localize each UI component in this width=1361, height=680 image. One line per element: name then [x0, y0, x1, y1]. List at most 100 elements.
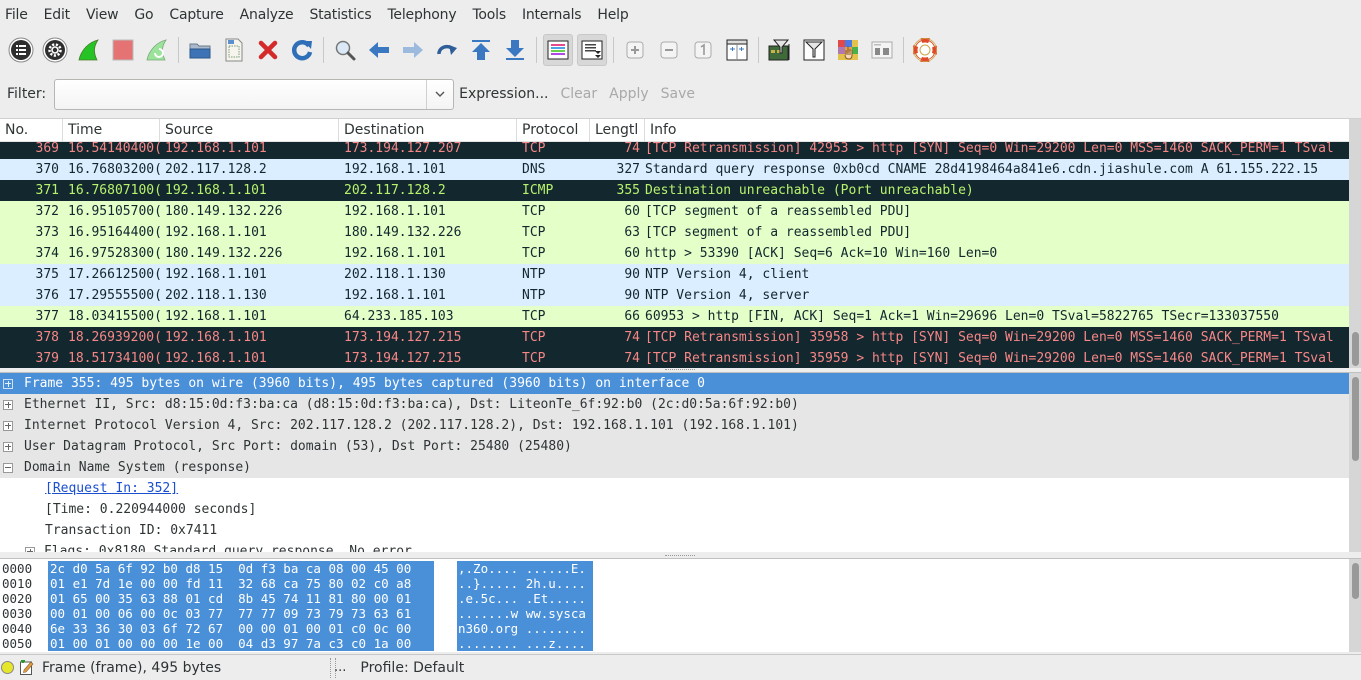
- status-profile[interactable]: Profile: Default: [360, 660, 464, 676]
- hex-bytes[interactable]: 01 00 01 00 00 00 1e 00 04 d3 97 7a c3 c…: [48, 636, 434, 651]
- colorize-button[interactable]: [543, 34, 573, 66]
- menu-edit[interactable]: Edit: [39, 0, 78, 30]
- hex-bytes[interactable]: 6e 33 36 30 03 6f 72 67 00 00 01 00 01 c…: [48, 621, 434, 636]
- hex-bytes[interactable]: 01 e1 7d 1e 00 00 fd 11 32 68 ca 75 80 0…: [48, 576, 434, 591]
- filter-dropdown-button[interactable]: [426, 79, 453, 109]
- ascii-bytes[interactable]: .e.5c... .Et.....: [457, 591, 593, 606]
- detail-tree-child-row[interactable]: Transaction ID: 0x7411: [0, 520, 1349, 541]
- resize-columns-button[interactable]: [722, 34, 752, 66]
- menu-capture[interactable]: Capture: [164, 0, 231, 30]
- ascii-bytes[interactable]: n360.org ........: [457, 621, 593, 636]
- menu-view[interactable]: View: [81, 0, 126, 30]
- menu-tools[interactable]: Tools: [467, 0, 514, 30]
- scrollbar-thumb[interactable]: [1352, 563, 1359, 599]
- help-button[interactable]: [910, 34, 940, 66]
- zoom-in-button[interactable]: [620, 34, 650, 66]
- packet-destination: 192.168.1.101: [344, 204, 446, 219]
- packet-list-scrollbar[interactable]: [1349, 119, 1361, 368]
- expert-info-indicator-icon[interactable]: [1, 661, 14, 674]
- find-packet-button[interactable]: [330, 34, 360, 66]
- packet-row[interactable]: 378 18.26939200(192.168.1.101 173.194.127.…: [0, 327, 1349, 348]
- go-back-button[interactable]: [364, 34, 394, 66]
- open-file-button[interactable]: [185, 34, 215, 66]
- packet-row[interactable]: 371 16.76807100(192.168.1.101 202.117.128.…: [0, 180, 1349, 201]
- detail-tree-row[interactable]: Internet Protocol Version 4, Src: 202.11…: [0, 415, 1349, 436]
- menu-help[interactable]: Help: [592, 0, 636, 30]
- preferences-button[interactable]: [867, 34, 897, 66]
- column-header-no[interactable]: No.: [0, 119, 63, 142]
- request-in-link[interactable]: [Request In: 352]: [45, 478, 178, 499]
- column-header-destination[interactable]: Destination: [339, 119, 517, 142]
- packet-row[interactable]: 377 18.03415500(192.168.1.101 64.233.185.1…: [0, 306, 1349, 327]
- scrollbar-thumb[interactable]: [1352, 332, 1359, 366]
- expand-icon[interactable]: [3, 441, 13, 452]
- filter-input[interactable]: [55, 79, 427, 109]
- ascii-bytes[interactable]: ..}..... 2h.u....: [457, 576, 593, 591]
- interfaces-icon: [8, 37, 34, 63]
- stop-capture-button[interactable]: [108, 34, 138, 66]
- reload-button[interactable]: [287, 34, 317, 66]
- collapse-icon[interactable]: [3, 462, 13, 473]
- packet-row[interactable]: 379 18.51734100(192.168.1.101 173.194.127.…: [0, 348, 1349, 368]
- capture-comment-icon[interactable]: [20, 660, 34, 675]
- expand-icon[interactable]: [25, 546, 35, 552]
- go-first-button[interactable]: [466, 34, 496, 66]
- close-file-button[interactable]: [253, 34, 283, 66]
- ascii-bytes[interactable]: .......w ww.sysca: [457, 606, 593, 621]
- menu-go[interactable]: Go: [129, 0, 161, 30]
- go-to-packet-button[interactable]: [432, 34, 462, 66]
- zoom-out-button[interactable]: [654, 34, 684, 66]
- save-file-button[interactable]: [219, 34, 249, 66]
- toolbar-separator: [613, 37, 614, 63]
- scrollbar-thumb[interactable]: [1352, 377, 1359, 461]
- auto-scroll-button[interactable]: [577, 34, 607, 66]
- packet-row[interactable]: 374 16.97528300(180.149.132.226 192.168.1.…: [0, 243, 1349, 264]
- menu-telephony[interactable]: Telephony: [382, 0, 464, 30]
- packet-row[interactable]: 375 17.26612500(192.168.1.101 202.118.1.13…: [0, 264, 1349, 285]
- go-last-button[interactable]: [500, 34, 530, 66]
- ascii-bytes[interactable]: ,.Zo.... ......E.: [457, 561, 593, 576]
- expression-button[interactable]: Expression...: [459, 86, 548, 102]
- column-header-length[interactable]: Lengtl: [590, 119, 645, 142]
- display-filters-button[interactable]: [799, 34, 829, 66]
- menu-statistics[interactable]: Statistics: [304, 0, 379, 30]
- bytes-scrollbar[interactable]: [1349, 559, 1361, 652]
- hex-bytes[interactable]: 00 01 00 06 00 0c 03 77 77 77 09 73 79 7…: [48, 606, 434, 621]
- packet-row[interactable]: 370 16.76803200(202.117.128.2 192.168.1.10…: [0, 159, 1349, 180]
- detail-tree-row[interactable]: User Datagram Protocol, Src Port: domain…: [0, 436, 1349, 457]
- detail-tree-row[interactable]: Domain Name System (response): [0, 457, 1349, 478]
- column-header-protocol[interactable]: Protocol: [517, 119, 590, 142]
- restart-capture-button[interactable]: [142, 34, 172, 66]
- menu-file[interactable]: File: [0, 0, 36, 30]
- hex-bytes[interactable]: 2c d0 5a 6f 92 b0 d8 15 0d f3 ba ca 08 0…: [48, 561, 434, 576]
- apply-button[interactable]: Apply: [609, 86, 649, 102]
- detail-tree-child-row[interactable]: [Time: 0.220944000 seconds]: [0, 499, 1349, 520]
- detail-tree-row[interactable]: Ethernet II, Src: d8:15:0d:f3:ba:ca (d8:…: [0, 394, 1349, 415]
- clear-button[interactable]: Clear: [561, 86, 598, 102]
- start-capture-button[interactable]: [74, 34, 104, 66]
- column-header-time[interactable]: Time: [63, 119, 160, 142]
- column-header-info[interactable]: Info: [645, 119, 1349, 142]
- detail-tree-row[interactable]: Frame 355: 495 bytes on wire (3960 bits)…: [0, 373, 1349, 394]
- packet-row[interactable]: 373 16.95164400(192.168.1.101 180.149.132.…: [0, 222, 1349, 243]
- capture-options-button[interactable]: [40, 34, 70, 66]
- capture-filters-button[interactable]: [765, 34, 795, 66]
- go-forward-button[interactable]: [398, 34, 428, 66]
- detail-tree-child-row[interactable]: Flags: 0x8180 Standard query response, N…: [0, 541, 1349, 552]
- coloring-rules-button[interactable]: [833, 34, 863, 66]
- ascii-bytes[interactable]: ........ ...z....: [457, 636, 593, 651]
- menu-internals[interactable]: Internals: [517, 0, 589, 30]
- details-scrollbar[interactable]: [1349, 373, 1361, 552]
- packet-row[interactable]: 376 17.29555500(202.118.1.130 192.168.1.10…: [0, 285, 1349, 306]
- expand-icon[interactable]: [3, 399, 13, 410]
- save-filter-button[interactable]: Save: [661, 86, 695, 102]
- packet-row[interactable]: 372 16.95105700(180.149.132.226 192.168.1.…: [0, 201, 1349, 222]
- expand-icon[interactable]: [3, 378, 13, 389]
- hex-bytes[interactable]: 01 65 00 35 63 88 01 cd 8b 45 74 11 81 8…: [48, 591, 434, 606]
- column-header-source[interactable]: Source: [160, 119, 339, 142]
- interfaces-button[interactable]: [6, 34, 36, 66]
- menu-analyze[interactable]: Analyze: [235, 0, 302, 30]
- normal-size-button[interactable]: [688, 34, 718, 66]
- expand-icon[interactable]: [3, 420, 13, 431]
- detail-tree-child-row[interactable]: [Request In: 352]: [0, 478, 1349, 499]
